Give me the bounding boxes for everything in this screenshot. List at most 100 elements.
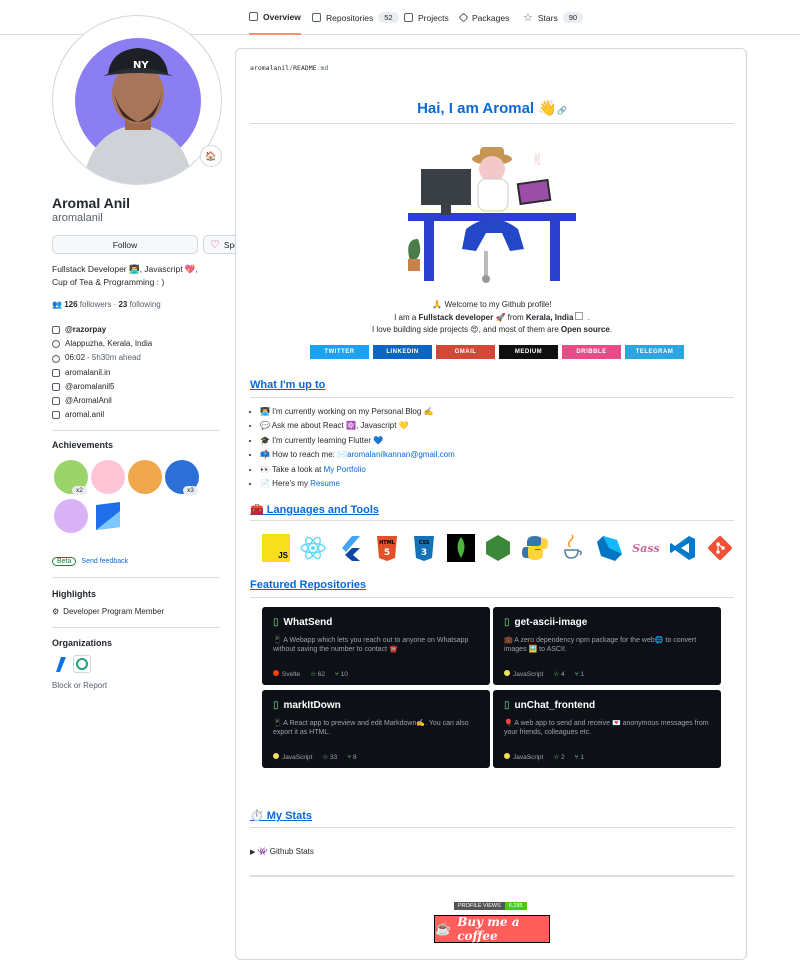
fork-icon: ⑂	[347, 753, 352, 761]
telegram-badge[interactable]: TELEGRAM	[625, 345, 684, 359]
tab-stars[interactable]: ☆ Stars 90	[523, 0, 584, 35]
tab-packages[interactable]: Packages	[458, 0, 509, 35]
highlight-item: ⚙ Developer Program Member	[52, 607, 165, 616]
gmail-badge[interactable]: GMAIL	[436, 345, 495, 359]
table-icon	[404, 13, 413, 22]
heading-what-im-up-to[interactable]: What I'm up to	[250, 379, 325, 391]
java-icon	[558, 534, 586, 562]
readme-intro: 🙏 Welcome to my Github profile! I am a F…	[371, 300, 613, 334]
linkedin-badge[interactable]: LINKEDIN	[373, 345, 432, 359]
website-row: aromalanil.in	[52, 366, 152, 380]
heading-featured-repositories[interactable]: Featured Repositories	[250, 579, 366, 591]
achievement-arctic-code-vault[interactable]	[91, 499, 125, 533]
dribbble-badge[interactable]: DRIBBLE	[562, 345, 621, 359]
profile-bio: Fullstack Developer 👨‍💻, Javascript 💖, C…	[52, 264, 198, 287]
repo-meta: JavaScript ☆ 2 ⑂ 1	[504, 753, 710, 761]
fork-icon: ⑂	[574, 670, 579, 678]
followers-link[interactable]: 126 followers	[64, 300, 111, 309]
achievement-starstruck[interactable]	[128, 460, 162, 494]
social-badges: TWITTER LINKEDIN GMAIL MEDIUM DRIBBLE TE…	[310, 345, 684, 359]
book-icon	[249, 12, 258, 21]
divider	[250, 875, 734, 877]
repo-card-markitdown[interactable]: ▯ markItDown 📱 A React app to preview and…	[262, 690, 490, 768]
title-link[interactable]: Hai, I am Aromal	[417, 100, 534, 117]
sass-icon: Sass	[632, 541, 660, 555]
repo-card-get-ascii-image[interactable]: ▯ get-ascii-image 💼 A zero dependency npm…	[493, 607, 721, 685]
tab-repositories[interactable]: Repositories 52	[312, 0, 399, 35]
package-icon	[458, 12, 469, 23]
dart-icon	[595, 534, 623, 562]
repo-description: 📱 A React app to preview and edit Markdo…	[273, 720, 469, 736]
list-item: 👀 Take a look at My Portfolio	[260, 463, 455, 477]
github-stats-toggle[interactable]: ▶ 👾 Github Stats	[250, 847, 314, 856]
divider	[250, 397, 734, 398]
javascript-icon: JS	[262, 534, 290, 562]
resume-link[interactable]: Resume	[310, 479, 340, 488]
svg-text:5: 5	[384, 548, 390, 558]
mongodb-icon	[447, 534, 475, 562]
flutter-logo	[342, 536, 360, 561]
language-dot	[504, 753, 510, 759]
heading-languages-tools[interactable]: 🧰 Languages and Tools	[250, 503, 379, 516]
repo-icon	[312, 13, 321, 22]
tab-projects[interactable]: Projects	[404, 0, 449, 35]
repo-card-whatsend[interactable]: ▯ WhatSend 📱 A Webapp which lets you reac…	[262, 607, 490, 685]
email-link[interactable]: aromalanilkannan@gmail.com	[347, 450, 455, 459]
profile-details: @razorpay Alappuzha, Kerala, India 06:02…	[52, 323, 152, 422]
star-icon: ☆	[553, 671, 560, 678]
list-item: 👨‍💻 I'm currently working on my Personal…	[260, 405, 455, 419]
star-icon: ☆	[553, 754, 560, 761]
medium-badge[interactable]: MEDIUM	[499, 345, 558, 359]
achievements-heading: Achievements	[52, 440, 114, 450]
tools-row: JS HTML 5 CSS 3 Sass	[262, 534, 734, 562]
heading-my-stats[interactable]: ⏱️ My Stats	[250, 809, 312, 822]
twitter-row: @aromalanil5	[52, 380, 152, 394]
people-icon: 👥	[52, 300, 62, 309]
twitter-badge[interactable]: TWITTER	[310, 345, 369, 359]
send-feedback-link[interactable]: Send feedback	[81, 558, 128, 565]
follow-button[interactable]: Follow	[52, 235, 198, 254]
vscode-icon	[669, 534, 697, 562]
repo-count: 52	[378, 12, 399, 23]
following-link[interactable]: 23 following	[118, 300, 160, 309]
block-report-link[interactable]: Block or Report	[52, 681, 107, 690]
heart-icon: ♡	[210, 239, 220, 251]
repo-meta: JavaScript ☆ 33 ⑂ 8	[273, 753, 479, 761]
star-icon: ☆	[310, 671, 316, 678]
divider	[250, 597, 734, 598]
repo-icon: ▯	[504, 700, 510, 711]
repo-description: 📱 A Webapp which lets you reach out to a…	[273, 637, 469, 653]
react-icon	[299, 534, 327, 562]
achievement-yolo[interactable]	[91, 460, 125, 494]
profile-name: Aromal Anil	[52, 195, 131, 211]
avatar[interactable]: NY	[52, 15, 222, 185]
divider	[250, 520, 734, 521]
profile-username: aromalanil	[52, 212, 103, 224]
company-row: @razorpay	[52, 323, 152, 337]
python-icon	[521, 534, 549, 562]
repo-meta: Svelte ☆ 62 ⑂ 10	[273, 670, 479, 678]
svg-text:HTML: HTML	[379, 540, 396, 546]
org-razorpay-logo[interactable]	[52, 655, 70, 673]
coder-illustration: ✌	[408, 147, 576, 283]
org-p-icon	[76, 658, 88, 670]
portfolio-link[interactable]: My Portfolio	[324, 465, 366, 474]
css3-icon: CSS 3	[410, 534, 438, 562]
achievement-quickdraw[interactable]	[54, 499, 88, 533]
repo-description: 💼 A zero dependency npm package for the …	[504, 637, 697, 653]
vscode-logo	[670, 536, 695, 560]
org-logo[interactable]	[73, 655, 91, 673]
nodejs-hexagon	[486, 535, 510, 561]
anchor-link-icon[interactable]: 🔗	[557, 106, 567, 115]
language-dot	[504, 670, 510, 676]
twitter-icon	[52, 382, 60, 391]
youtube-icon	[52, 397, 60, 406]
star-icon: ☆	[523, 12, 533, 24]
tab-overview[interactable]: Overview	[249, 0, 301, 35]
repo-card-unchat-frontend[interactable]: ▯ unChat_frontend 🎈 A web app to send and…	[493, 690, 721, 768]
repo-meta: JavaScript ☆ 4 ⑂ 1	[504, 670, 710, 678]
buy-me-a-coffee-button[interactable]: ☕ Buy me a coffee	[434, 915, 550, 943]
arctic-icon	[96, 502, 120, 530]
house-icon[interactable]: 🏠	[200, 145, 222, 167]
instagram-icon	[52, 411, 60, 420]
